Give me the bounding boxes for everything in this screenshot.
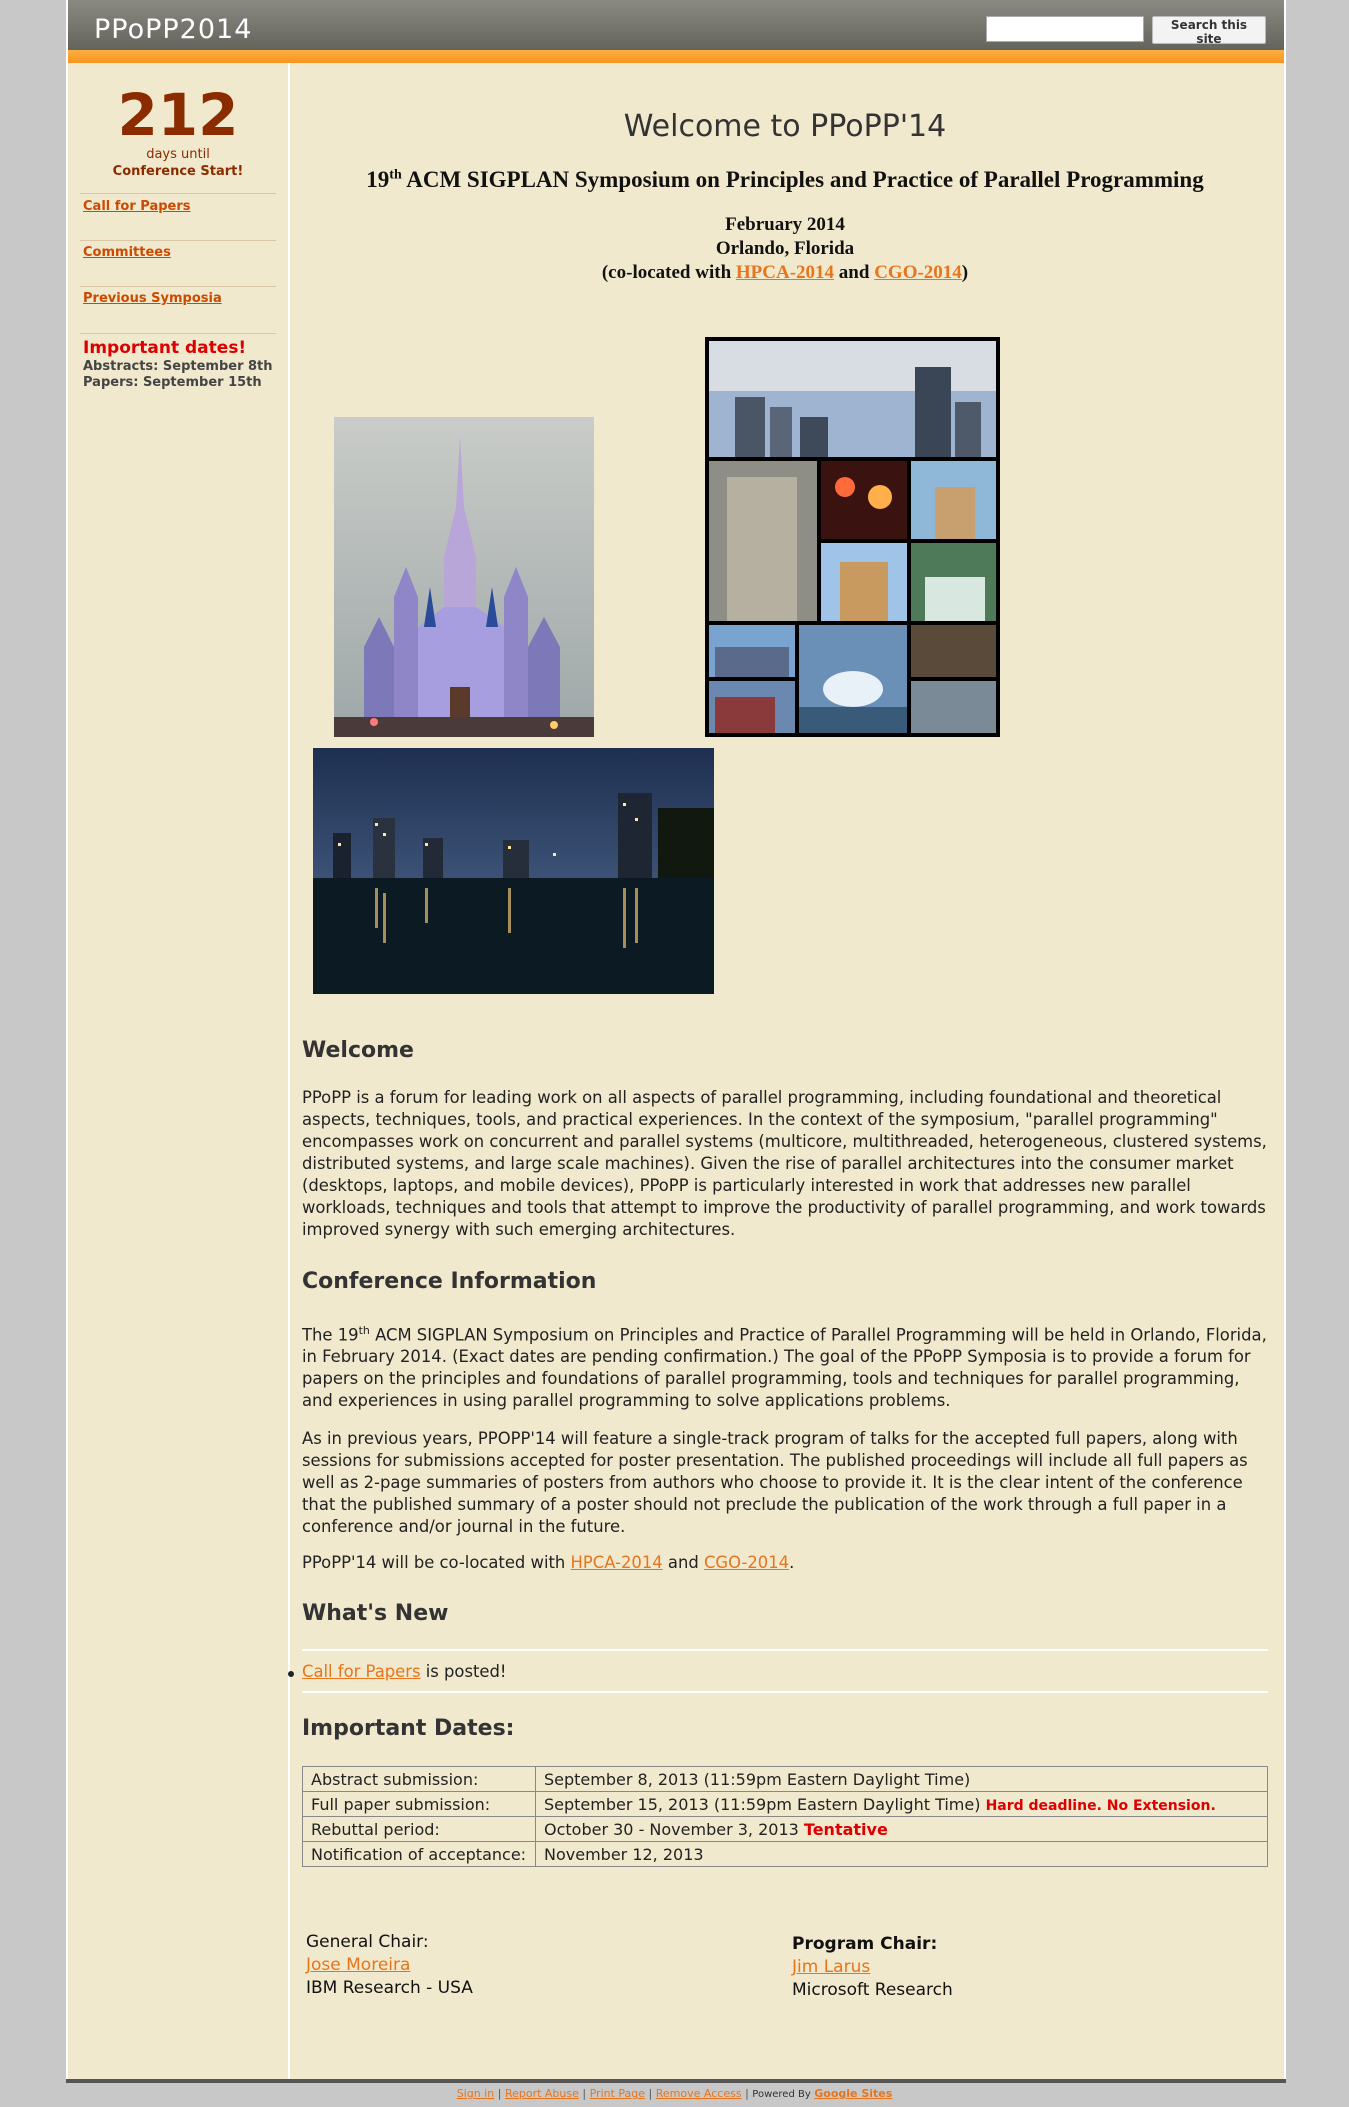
date-value-text: September 8, 2013 (11:59pm Eastern Dayli… — [544, 1769, 971, 1789]
hpca-link-inline[interactable]: HPCA-2014 — [571, 1553, 663, 1572]
table-row: Abstract submission: September 8, 2013 (… — [302, 1766, 1268, 1792]
search-button[interactable]: Search this site — [1152, 16, 1266, 46]
date-value: September 15, 2013 (11:59pm Eastern Dayl… — [535, 1791, 1268, 1817]
cgo-link-inline[interactable]: CGO-2014 — [704, 1553, 789, 1572]
hpca-link[interactable]: HPCA-2014 — [736, 262, 834, 283]
lake-eola-photo — [313, 748, 714, 994]
sign-in-link[interactable]: Sign in — [457, 2087, 495, 2100]
table-row: Full paper submission: September 15, 201… — [302, 1791, 1268, 1817]
conference-info-prefix: The 19 — [302, 1325, 359, 1345]
conference-info-paragraph: The 19th ACM SIGPLAN Symposium on Princi… — [302, 1320, 1272, 1412]
colocation-paragraph-and: and — [662, 1553, 704, 1572]
general-chair-org: IBM Research - USA — [306, 1978, 473, 1998]
colocation-suffix: ) — [961, 262, 969, 283]
symposium-name: ACM SIGPLAN Symposium on Principles and … — [406, 167, 1204, 192]
program-chair-link[interactable]: Jim Larus — [792, 1956, 953, 1979]
date-value-text: October 30 - November 3, 2013 — [544, 1819, 799, 1839]
symposium-title: 19th ACM SIGPLAN Symposium on Principles… — [302, 167, 1268, 193]
date-value-text: September 15, 2013 (11:59pm Eastern Dayl… — [544, 1794, 981, 1814]
conference-location: Orlando, Florida — [715, 238, 855, 259]
welcome-heading: Welcome — [302, 1038, 414, 1063]
site-title[interactable]: PPoPP2014 — [94, 14, 252, 45]
countdown-label: days until — [146, 147, 210, 162]
header-accent-bar — [68, 50, 1284, 63]
conference-info-text: ACM SIGPLAN Symposium on Principles and … — [302, 1325, 1267, 1411]
table-row: Notification of acceptance: November 12,… — [302, 1841, 1268, 1867]
site-header: PPoPP2014 Search this site — [68, 0, 1284, 50]
countdown-label-event: Conference Start! — [112, 164, 244, 179]
colocation-prefix: (co-located with — [601, 262, 732, 283]
colocation-paragraph-suffix: . — [789, 1553, 795, 1572]
cgo-link[interactable]: CGO-2014 — [874, 262, 962, 283]
date-label: Notification of acceptance: — [302, 1841, 536, 1867]
news-item: Call for Papers is posted! — [302, 1661, 1272, 1683]
castle-photo — [334, 417, 594, 737]
powered-by-label: Powered By — [752, 2089, 811, 2100]
sidebar-divider — [80, 333, 276, 334]
google-sites-link[interactable]: Google Sites — [814, 2087, 892, 2100]
page-container: PPoPP2014 Search this site 212 days unti… — [66, 0, 1286, 2080]
colocation-paragraph: PPoPP'14 will be co-located with HPCA-20… — [302, 1552, 1272, 1574]
page-title: Welcome to PPoPP'14 — [623, 109, 947, 144]
program-paragraph: As in previous years, PPOPP'14 will feat… — [302, 1429, 1248, 1536]
divider — [302, 1691, 1268, 1693]
countdown-number: 212 — [117, 81, 239, 149]
date-value: September 8, 2013 (11:59pm Eastern Dayli… — [535, 1766, 1268, 1792]
general-chair-title: General Chair: — [306, 1932, 429, 1952]
date-label: Rebuttal period: — [302, 1816, 536, 1842]
conference-info-heading: Conference Information — [302, 1269, 597, 1294]
colocation-and: and — [838, 262, 870, 283]
program-chair-title: Program Chair: — [792, 1934, 938, 1954]
table-row: Rebuttal period: October 30 - November 3… — [302, 1816, 1268, 1842]
divider — [302, 1649, 1268, 1651]
conference-info-ordinal: th — [358, 1324, 370, 1337]
sidebar-link-call-for-papers[interactable]: Call for Papers — [83, 199, 191, 214]
sidebar-link-committees[interactable]: Committees — [83, 245, 171, 260]
colocation-line: (co-located with HPCA-2014 and CGO-2014) — [302, 262, 1268, 284]
important-date-papers: Papers: September 15th — [83, 375, 262, 390]
news-text: is posted! — [420, 1662, 507, 1681]
sidebar: 212 days until Conference Start! Call fo… — [68, 63, 290, 2080]
date-label: Full paper submission: — [302, 1791, 536, 1817]
orlando-collage — [705, 337, 1000, 737]
symposium-number: 19 — [366, 167, 390, 192]
date-value-text: November 12, 2013 — [544, 1844, 704, 1864]
footer-separator: | — [497, 2087, 502, 2100]
date-value: November 12, 2013 — [535, 1841, 1268, 1867]
general-chair: General Chair: Jose Moreira IBM Research… — [306, 1931, 473, 2000]
print-page-link[interactable]: Print Page — [590, 2087, 645, 2100]
bullet-icon — [288, 1671, 294, 1677]
deadline-note: Hard deadline. No Extension. — [985, 1797, 1216, 1814]
whats-new-heading: What's New — [302, 1601, 449, 1626]
sidebar-divider — [80, 286, 276, 287]
general-chair-link[interactable]: Jose Moreira — [306, 1954, 473, 1977]
footer-separator: | — [648, 2087, 653, 2100]
search-input[interactable] — [986, 16, 1144, 42]
colocation-paragraph-prefix: PPoPP'14 will be co-located with — [302, 1553, 571, 1572]
footer-divider — [66, 2079, 1286, 2083]
date-label: Abstract submission: — [302, 1766, 536, 1792]
symposium-ordinal: th — [389, 167, 402, 183]
sidebar-link-previous-symposia[interactable]: Previous Symposia — [83, 291, 222, 306]
program-chair: Program Chair: Jim Larus Microsoft Resea… — [792, 1933, 953, 2002]
program-chair-org: Microsoft Research — [792, 1980, 953, 2000]
important-date-abstracts: Abstracts: September 8th — [83, 359, 273, 374]
sidebar-divider — [80, 193, 276, 194]
news-call-for-papers-link[interactable]: Call for Papers — [302, 1662, 421, 1681]
important-dates-table: Abstract submission: September 8, 2013 (… — [302, 1766, 1268, 1867]
tentative-note: Tentative — [803, 1819, 888, 1839]
sidebar-divider — [80, 240, 276, 241]
welcome-paragraph: PPoPP is a forum for leading work on all… — [302, 1088, 1267, 1239]
remove-access-link[interactable]: Remove Access — [656, 2087, 742, 2100]
important-dates-heading: Important Dates: — [302, 1716, 515, 1741]
report-abuse-link[interactable]: Report Abuse — [505, 2087, 579, 2100]
date-value: October 30 - November 3, 2013 Tentative — [535, 1816, 1268, 1842]
site-footer: Sign in | Report Abuse | Print Page | Re… — [0, 2087, 1349, 2100]
footer-separator: | — [582, 2087, 587, 2100]
footer-separator: | — [745, 2087, 749, 2100]
conference-date: February 2014 — [725, 214, 845, 235]
important-dates-title: Important dates! — [83, 338, 247, 358]
